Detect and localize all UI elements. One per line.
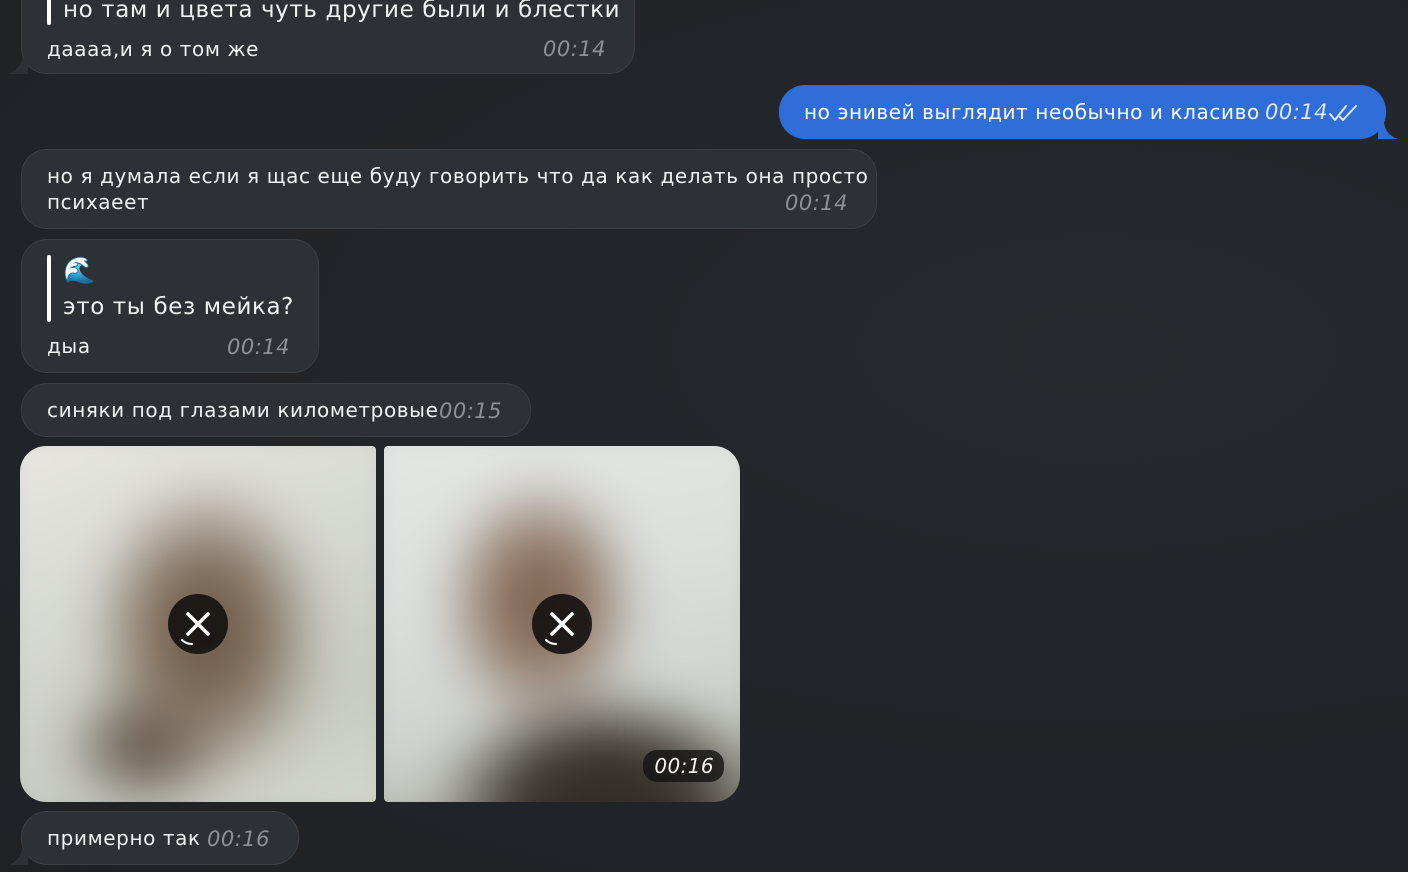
close-icon	[181, 612, 210, 645]
message-bubble-incoming[interactable]: но я думала если я щас еще буду говорить…	[21, 149, 877, 229]
message-bubble-outgoing[interactable]: но энивей выглядит необычно и класиво 00…	[779, 85, 1386, 139]
reply-quote-bar	[47, 0, 51, 25]
chat-history[interactable]: но там и цвета чуть другие были и блестк…	[0, 0, 1408, 872]
message-text: примерно так	[47, 826, 201, 850]
photo-thumbnail[interactable]: 00:16	[384, 446, 740, 802]
message-time: 00:15	[438, 399, 502, 423]
message-text-line: но я думала если я щас еще буду говорить…	[47, 164, 869, 188]
message-time: 00:14	[784, 191, 848, 215]
reply-quote-text[interactable]: это ты без мейка?	[63, 294, 294, 320]
bubble-tail	[1378, 123, 1398, 139]
reply-quote-bar	[47, 255, 51, 322]
message-time: 00:16	[206, 827, 270, 851]
photo-album: 00:16	[20, 446, 740, 802]
message-time: 00:14	[226, 335, 290, 359]
message-text: но энивей выглядит необычно и класиво	[804, 100, 1260, 124]
bubble-tail	[8, 849, 28, 865]
message-bubble-incoming[interactable]: 🌊 это ты без мейка? дыа 00:14	[21, 239, 319, 373]
reply-quote-emoji[interactable]: 🌊	[63, 256, 96, 286]
message-text-line: психаеет	[47, 190, 150, 214]
bubble-tail	[8, 58, 28, 74]
message-bubble-incoming[interactable]: но там и цвета чуть другие были и блестк…	[21, 0, 635, 74]
photo-thumbnail[interactable]	[20, 446, 376, 802]
cancel-download-button[interactable]	[168, 594, 228, 654]
message-text: даааа,и я о том же	[47, 37, 260, 61]
photo-time-badge: 00:16	[643, 750, 724, 782]
message-time: 00:14	[1265, 100, 1329, 124]
message-text: дыа	[47, 334, 91, 358]
message-text: синяки под глазами километровые	[47, 398, 439, 422]
message-bubble-incoming[interactable]: синяки под глазами километровые 00:15	[21, 383, 531, 437]
cancel-download-button[interactable]	[532, 594, 592, 654]
close-icon	[545, 612, 574, 645]
reply-quote-text[interactable]: но там и цвета чуть другие были и блестк…	[63, 0, 620, 23]
double-check-icon	[1329, 105, 1357, 121]
message-time: 00:14	[542, 37, 606, 61]
message-bubble-incoming[interactable]: примерно так 00:16	[21, 811, 299, 865]
